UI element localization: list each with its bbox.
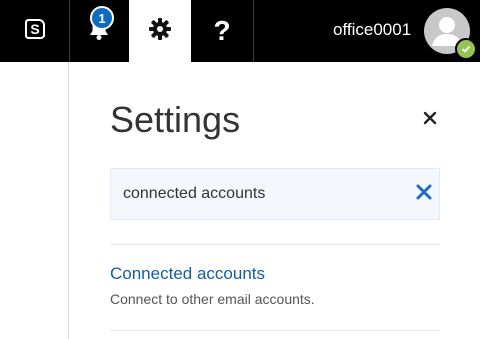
- skype-button[interactable]: S: [0, 0, 69, 62]
- settings-button[interactable]: [129, 0, 191, 63]
- svg-text:S: S: [30, 21, 39, 37]
- clear-search-button[interactable]: [411, 181, 437, 207]
- result-connected-accounts-link[interactable]: Connected accounts: [110, 264, 265, 284]
- close-icon: [423, 111, 437, 130]
- notification-count-badge: 1: [90, 6, 114, 30]
- close-settings-button[interactable]: [418, 108, 442, 132]
- user-name[interactable]: office0001: [333, 20, 411, 40]
- help-icon: ?: [213, 15, 231, 46]
- divider: [110, 330, 440, 331]
- settings-title: Settings: [110, 99, 241, 140]
- help-button[interactable]: ?: [191, 0, 253, 62]
- close-icon: [415, 183, 433, 206]
- settings-search-box: [110, 168, 440, 220]
- top-bar-divider: [253, 0, 254, 62]
- settings-search-input[interactable]: [123, 169, 393, 219]
- divider: [110, 244, 440, 245]
- gear-icon: [148, 17, 172, 46]
- result-description: Connect to other email accounts.: [110, 291, 315, 307]
- skype-icon: S: [23, 17, 47, 46]
- presence-available-icon: [455, 38, 477, 60]
